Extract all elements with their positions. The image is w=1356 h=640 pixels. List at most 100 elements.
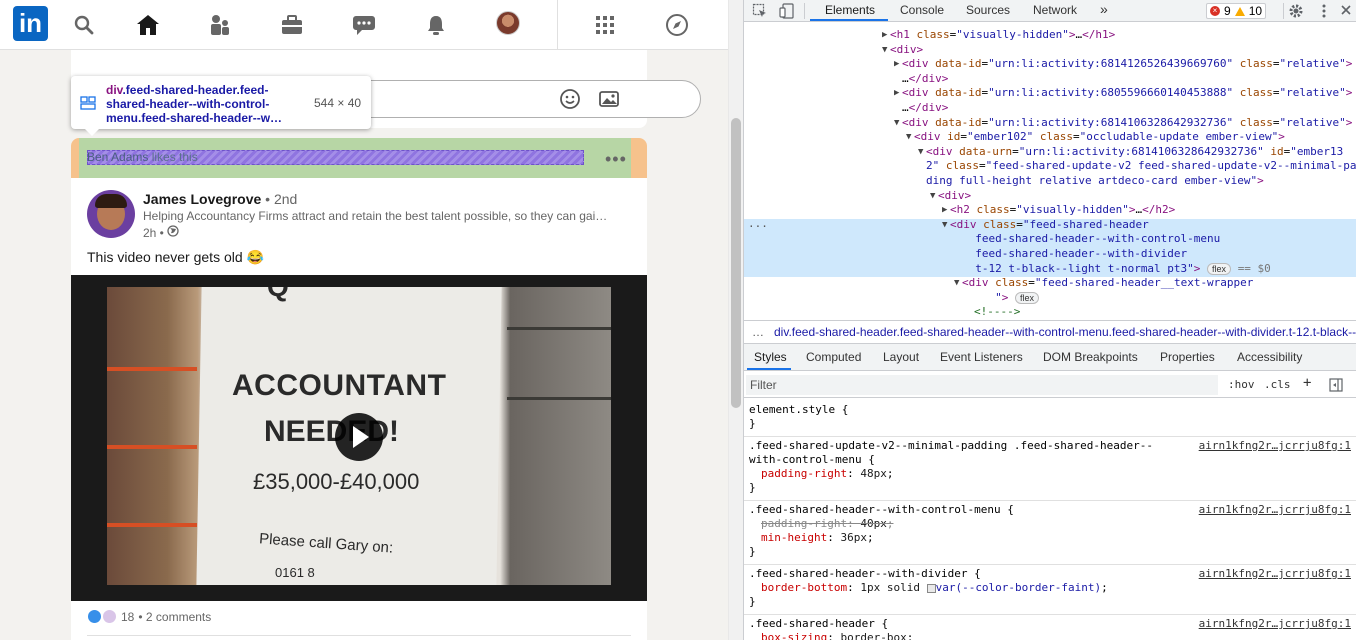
collapse-arrow-icon[interactable]: ▶ bbox=[942, 203, 947, 218]
css-selector[interactable]: with-control-menu { bbox=[749, 453, 875, 467]
video-player[interactable]: Q ACCOUNTANT NEEDED! £35,000-£40,000 Ple… bbox=[71, 275, 647, 601]
css-declaration[interactable]: min-height: 36px; bbox=[761, 531, 874, 545]
expand-arrow-icon[interactable]: ▼ bbox=[894, 116, 899, 131]
css-declaration[interactable]: border-bottom: 1px solid var(--color-bor… bbox=[761, 581, 1108, 595]
stylesheet-link[interactable]: airn1kfng2r…jcrrju8fg:1 bbox=[1199, 503, 1351, 517]
more-tabs-icon[interactable]: » bbox=[1100, 1, 1108, 17]
stylesheet-link[interactable]: airn1kfng2r…jcrrju8fg:1 bbox=[1199, 617, 1351, 631]
color-swatch-icon[interactable] bbox=[926, 583, 936, 593]
css-selector[interactable]: .feed-shared-header--with-control-menu { bbox=[749, 503, 1014, 517]
css-rule[interactable]: .feed-shared-header--with-control-menu {… bbox=[744, 501, 1356, 565]
kebab-menu-icon[interactable] bbox=[1316, 3, 1332, 19]
css-rule[interactable]: .feed-shared-header--with-divider {borde… bbox=[744, 565, 1356, 615]
tab-dom-breakpoints[interactable]: DOM Breakpoints bbox=[1043, 350, 1138, 364]
dom-node-line[interactable]: ▼ <div> bbox=[744, 189, 1356, 204]
styles-filter-input[interactable] bbox=[746, 375, 1218, 395]
comment-count[interactable]: • 2 comments bbox=[138, 610, 211, 624]
gear-icon[interactable] bbox=[1288, 3, 1304, 19]
notifications-icon[interactable] bbox=[423, 12, 449, 38]
hov-toggle[interactable]: :hov bbox=[1228, 378, 1255, 391]
tab-console[interactable]: Console bbox=[900, 3, 944, 17]
toggle-sidebar-icon[interactable] bbox=[1329, 378, 1343, 395]
tab-elements[interactable]: Elements bbox=[825, 3, 875, 17]
dom-node-line[interactable]: ▼ <div id="ember102" class="occludable-up… bbox=[744, 130, 1356, 145]
page-scrollbar[interactable] bbox=[728, 0, 743, 640]
dom-node-line[interactable]: …</div> bbox=[744, 101, 1356, 116]
cls-toggle[interactable]: .cls bbox=[1264, 378, 1291, 391]
css-selector[interactable]: .feed-shared-header--with-divider { bbox=[749, 567, 981, 581]
expand-arrow-icon[interactable]: ▼ bbox=[930, 189, 935, 204]
collapse-arrow-icon[interactable]: ▶ bbox=[882, 28, 887, 43]
stylesheet-link[interactable]: airn1kfng2r…jcrrju8fg:1 bbox=[1199, 567, 1351, 581]
css-declaration[interactable]: padding-right: 40px; bbox=[761, 517, 893, 531]
issues-counter[interactable]: × 9 10 bbox=[1206, 3, 1267, 19]
my-network-icon[interactable] bbox=[207, 12, 233, 38]
inspect-element-icon[interactable] bbox=[752, 3, 768, 19]
author-name[interactable]: James Lovegrove • 2nd bbox=[143, 191, 297, 207]
expand-arrow-icon[interactable]: ▼ bbox=[918, 145, 923, 160]
compass-icon[interactable] bbox=[664, 12, 690, 38]
dom-node-line[interactable]: feed-shared-header--with-divider bbox=[744, 247, 1356, 262]
css-selector[interactable]: .feed-shared-update-v2--minimal-padding … bbox=[749, 439, 1153, 453]
css-declaration[interactable]: box-sizing: border-box; bbox=[761, 631, 913, 640]
css-rule[interactable]: .feed-shared-header {box-sizing: border-… bbox=[744, 615, 1356, 640]
dom-node-line[interactable]: ▶ <div data-id="urn:li:activity:681412652… bbox=[744, 57, 1356, 72]
social-counts[interactable]: 18 • 2 comments bbox=[87, 609, 211, 624]
dom-node-line[interactable]: ▶ <h2 class="visually-hidden">…</h2> bbox=[744, 203, 1356, 218]
me-avatar[interactable] bbox=[496, 11, 520, 35]
collapse-arrow-icon[interactable]: ▶ bbox=[894, 57, 899, 72]
new-rule-plus-icon[interactable]: + bbox=[1303, 375, 1311, 391]
emoji-icon[interactable] bbox=[559, 88, 581, 115]
styles-pane[interactable]: element.style {} .feed-shared-update-v2--… bbox=[744, 399, 1356, 640]
dom-node-line[interactable]: ▼ <div class="feed-shared-header bbox=[744, 218, 1356, 233]
css-selector[interactable]: element.style { bbox=[749, 403, 848, 417]
scrollbar-thumb[interactable] bbox=[731, 118, 741, 408]
dom-node-line[interactable]: ding full-height relative artdeco-card e… bbox=[744, 174, 1356, 189]
tab-layout[interactable]: Layout bbox=[883, 350, 919, 364]
dom-node-line[interactable]: …</div> bbox=[744, 72, 1356, 87]
tab-sources[interactable]: Sources bbox=[966, 3, 1010, 17]
close-icon[interactable] bbox=[1338, 3, 1354, 19]
device-toolbar-icon[interactable] bbox=[779, 3, 795, 19]
author-avatar[interactable] bbox=[87, 190, 135, 238]
dom-node-line[interactable]: feed-shared-header--with-control-menu bbox=[744, 232, 1356, 247]
image-icon[interactable] bbox=[598, 88, 620, 115]
control-menu-button[interactable]: ••• bbox=[605, 149, 627, 170]
expand-arrow-icon[interactable]: ▼ bbox=[942, 218, 947, 233]
dom-tree[interactable]: ··· ▶ <h1 class="visually-hidden">…</h1> ▼… bbox=[744, 23, 1356, 320]
breadcrumb[interactable]: … div.feed-shared-header.feed-shared-head… bbox=[744, 320, 1356, 344]
css-declaration[interactable]: padding-right: 48px; bbox=[761, 467, 893, 481]
expand-arrow-icon[interactable]: ▼ bbox=[882, 43, 887, 58]
css-selector[interactable]: .feed-shared-header { bbox=[749, 617, 888, 631]
dom-node-line[interactable]: <!----> bbox=[744, 305, 1356, 320]
jobs-icon[interactable] bbox=[279, 12, 305, 38]
play-button-icon[interactable] bbox=[335, 413, 383, 461]
dom-node-line[interactable]: "> flex bbox=[744, 291, 1356, 306]
tab-properties[interactable]: Properties bbox=[1160, 350, 1215, 364]
dom-node-line[interactable]: ▶ <h1 class="visually-hidden">…</h1> bbox=[744, 28, 1356, 43]
tab-network[interactable]: Network bbox=[1033, 3, 1077, 17]
search-icon[interactable] bbox=[71, 12, 97, 38]
expand-arrow-icon[interactable]: ▼ bbox=[954, 276, 959, 291]
dom-node-line[interactable]: ▼ <div class="feed-shared-header__text-wr… bbox=[744, 276, 1356, 291]
tab-styles[interactable]: Styles bbox=[754, 350, 787, 364]
dom-node-line[interactable]: t-12 t-black--light t-normal pt3"> flex … bbox=[744, 262, 1356, 277]
css-rule[interactable]: element.style {} bbox=[744, 401, 1356, 437]
breadcrumb-overflow[interactable]: … bbox=[752, 325, 764, 339]
dom-node-line[interactable]: ▼ <div data-id="urn:li:activity:681410632… bbox=[744, 116, 1356, 131]
breadcrumb-item[interactable]: div.feed-shared-header.feed-shared-heade… bbox=[774, 325, 1356, 339]
reaction-count[interactable]: 18 bbox=[121, 610, 134, 624]
tab-computed[interactable]: Computed bbox=[806, 350, 861, 364]
linkedin-logo[interactable]: in bbox=[13, 6, 48, 41]
dom-node-line[interactable]: 2" class="feed-shared-update-v2 feed-sha… bbox=[744, 159, 1356, 174]
apps-grid-icon[interactable] bbox=[592, 12, 618, 38]
dom-node-line[interactable]: ▼ <div> bbox=[744, 43, 1356, 58]
dom-node-line[interactable]: ▼ <div data-urn="urn:li:activity:68141063… bbox=[744, 145, 1356, 160]
messaging-icon[interactable] bbox=[351, 12, 377, 38]
tab-event-listeners[interactable]: Event Listeners bbox=[940, 350, 1023, 364]
css-rule[interactable]: .feed-shared-update-v2--minimal-padding … bbox=[744, 437, 1356, 501]
social-actor-link[interactable]: Ben Adams bbox=[87, 150, 148, 164]
dom-node-line[interactable]: ▶ <div data-id="urn:li:activity:680559666… bbox=[744, 86, 1356, 101]
stylesheet-link[interactable]: airn1kfng2r…jcrrju8fg:1 bbox=[1199, 439, 1351, 453]
collapse-arrow-icon[interactable]: ▶ bbox=[894, 86, 899, 101]
